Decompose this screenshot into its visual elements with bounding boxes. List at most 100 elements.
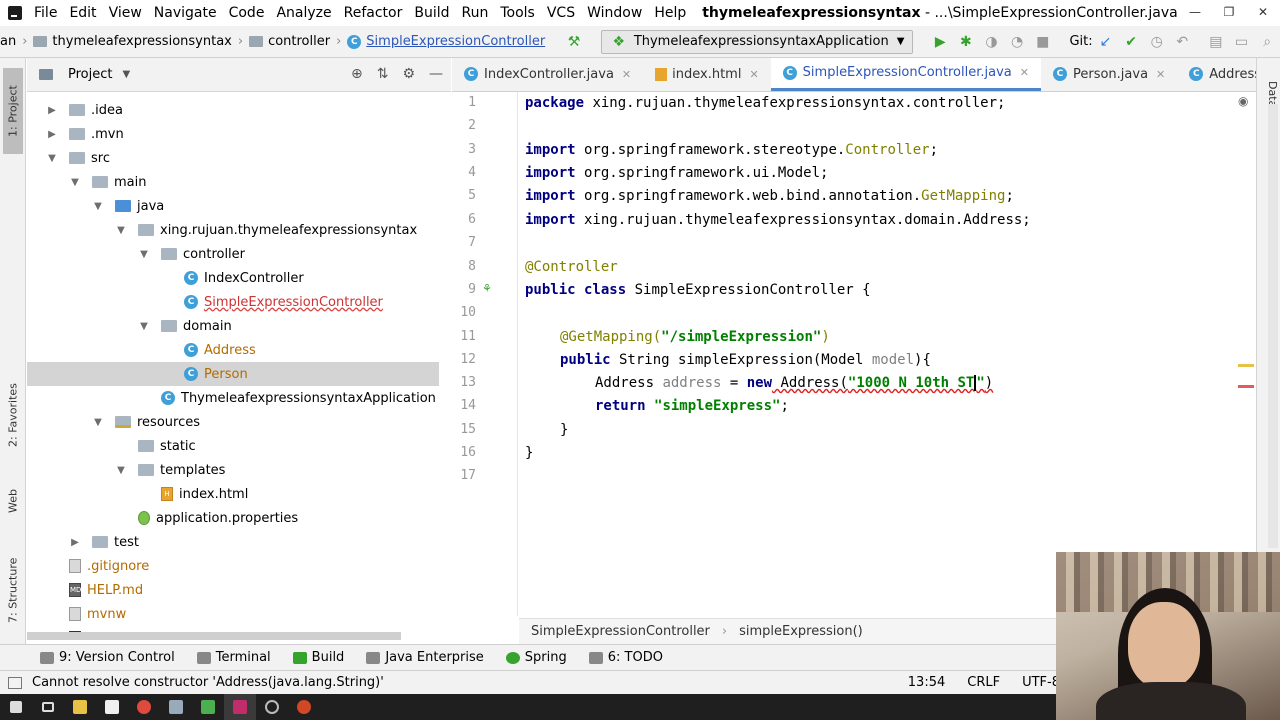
maximize-icon[interactable]: ❐ (1212, 0, 1246, 26)
crumb-truncated[interactable]: an (0, 34, 16, 49)
tree-item[interactable]: C IndexController (27, 266, 439, 290)
breadcrumb-class[interactable]: SimpleExpressionController (531, 624, 710, 639)
menu-window[interactable]: Window (581, 5, 648, 21)
tree-item[interactable]: ▼ resources (27, 410, 439, 434)
close-tab-icon[interactable]: ✕ (622, 68, 631, 81)
tree-item[interactable]: C ThymeleafexpressionsyntaxApplication (27, 386, 439, 410)
crumb-controller[interactable]: controller (268, 34, 330, 49)
status-toggle-icon[interactable] (8, 676, 22, 689)
chevron-down-icon[interactable]: ▼ (93, 201, 103, 212)
menu-build[interactable]: Build (408, 5, 455, 21)
collapse-all-icon[interactable]: ⇅ (377, 66, 389, 82)
tree-item[interactable]: C SimpleExpressionController (27, 290, 439, 314)
menu-navigate[interactable]: Navigate (148, 5, 223, 21)
start-button[interactable] (0, 694, 32, 720)
caret-position[interactable]: 13:54 (908, 675, 945, 690)
error-stripe[interactable] (1238, 385, 1254, 388)
tree-item[interactable]: Hindex.html (27, 482, 439, 506)
line-separator[interactable]: CRLF (967, 675, 1000, 690)
tree-item[interactable]: ▼ xing.rujuan.thymeleafexpressionsyntax (27, 218, 439, 242)
tree-item[interactable]: MD HELP.md (27, 578, 439, 602)
tree-item[interactable]: ▼ controller (27, 242, 439, 266)
project-tool-tab[interactable]: 1: Project (3, 68, 23, 154)
close-tab-icon[interactable]: ✕ (1156, 68, 1165, 81)
tree-item[interactable]: ▼ templates (27, 458, 439, 482)
crumb-project[interactable]: thymeleafexpressionsyntax (52, 34, 231, 49)
build-tab[interactable]: Build (292, 650, 344, 665)
editor-tab[interactable]: CAddress.java✕ (1177, 58, 1256, 91)
favorites-tool-tab[interactable]: 2: Favorites (3, 370, 23, 460)
chevron-right-icon[interactable]: ▶ (70, 537, 80, 548)
chevron-down-icon[interactable]: ▼ (122, 69, 130, 80)
chevron-down-icon[interactable]: ▼ (139, 249, 149, 260)
chevron-down-icon[interactable]: ▼ (70, 177, 80, 188)
minimize-icon[interactable]: — (1178, 0, 1212, 26)
hammer-build-icon[interactable]: ⚒ (567, 33, 581, 51)
explorer-button[interactable] (64, 694, 96, 720)
chevron-down-icon[interactable]: ▼ (139, 321, 149, 332)
menu-code[interactable]: Code (223, 5, 271, 21)
chevron-down-icon[interactable]: ▼ (116, 465, 126, 476)
editor-tab[interactable]: C IndexController.java ✕ (452, 58, 643, 91)
app-button[interactable] (160, 694, 192, 720)
menu-refactor[interactable]: Refactor (338, 5, 409, 21)
tree-item[interactable]: .gitignore (27, 554, 439, 578)
tree-item[interactable]: ▼ domain (27, 314, 439, 338)
tree-item[interactable]: ▶ test (27, 530, 439, 554)
version-control-tab[interactable]: 9: Version Control (40, 650, 175, 665)
git-update-icon[interactable]: ↙ (1099, 33, 1113, 51)
menu-help[interactable]: Help (648, 5, 692, 21)
stop-icon[interactable]: ■ (1036, 33, 1050, 51)
tree-item[interactable]: mvnw (27, 602, 439, 626)
tree-item[interactable]: ▶ .mvn (27, 122, 439, 146)
locate-icon[interactable]: ⊕ (351, 66, 363, 82)
structure-tool-tab[interactable]: 7: Structure (3, 542, 23, 638)
tree-item[interactable]: static (27, 434, 439, 458)
chrome-button[interactable] (128, 694, 160, 720)
tree-item[interactable]: application.properties (27, 506, 439, 530)
chevron-right-icon[interactable]: ▶ (47, 129, 57, 140)
java-enterprise-tab[interactable]: Java Enterprise (366, 650, 484, 665)
run-configuration-select[interactable]: ❖ ThymeleafexpressionsyntaxApplication ▼ (600, 29, 914, 54)
todo-tab[interactable]: 6: TODO (588, 650, 663, 665)
editor-tab[interactable]: C Person.java ✕ (1041, 58, 1177, 91)
mail-button[interactable] (96, 694, 128, 720)
spring-bean-icon[interactable]: ⚘ (482, 282, 492, 295)
chevron-down-icon[interactable]: ▼ (93, 417, 103, 428)
menu-file[interactable]: File (28, 5, 63, 21)
tree-item[interactable]: ▼ src (27, 146, 439, 170)
tree-item[interactable]: C Person (27, 362, 439, 386)
tree-horizontal-scrollbar[interactable] (27, 632, 401, 640)
app-button[interactable] (256, 694, 288, 720)
debug-icon[interactable]: ✱ (959, 33, 973, 51)
close-tab-icon[interactable]: ✕ (1020, 66, 1029, 79)
crumb-class[interactable]: SimpleExpressionController (366, 34, 545, 49)
menu-edit[interactable]: Edit (63, 5, 102, 21)
notepad-button[interactable] (192, 694, 224, 720)
editor-tab[interactable]: index.html ✕ (643, 58, 771, 91)
git-commit-icon[interactable]: ✔ (1124, 33, 1138, 51)
intellij-button[interactable] (224, 694, 256, 720)
warning-stripe[interactable] (1238, 364, 1254, 367)
menu-run[interactable]: Run (456, 5, 495, 21)
coverage-icon[interactable]: ◑ (985, 33, 999, 51)
tree-item[interactable]: ▶ .idea (27, 98, 439, 122)
gear-icon[interactable]: ⚙ (402, 66, 415, 82)
breadcrumb-method[interactable]: simpleExpression() (739, 624, 863, 639)
chevron-down-icon[interactable]: ▼ (47, 153, 57, 164)
tree-item[interactable]: ▼ java (27, 194, 439, 218)
project-structure-icon[interactable]: ▤ (1209, 33, 1223, 51)
menu-vcs[interactable]: VCS (541, 5, 581, 21)
powerpoint-button[interactable] (288, 694, 320, 720)
task-view-button[interactable] (32, 694, 64, 720)
git-rollback-icon[interactable]: ↶ (1175, 33, 1189, 51)
run-icon[interactable]: ▶ (933, 33, 947, 51)
eye-icon[interactable]: ◉ (1238, 94, 1248, 108)
search-everywhere-icon[interactable]: ⌕ (1260, 33, 1274, 51)
tree-item[interactable]: C Address (27, 338, 439, 362)
web-tool-tab[interactable]: Web (3, 476, 23, 526)
file-encoding[interactable]: UTF-8 (1022, 675, 1060, 690)
spring-tab[interactable]: Spring (505, 650, 567, 665)
editor-tab[interactable]: C SimpleExpressionController.java ✕ (770, 58, 1041, 91)
hide-icon[interactable]: — (429, 66, 443, 82)
